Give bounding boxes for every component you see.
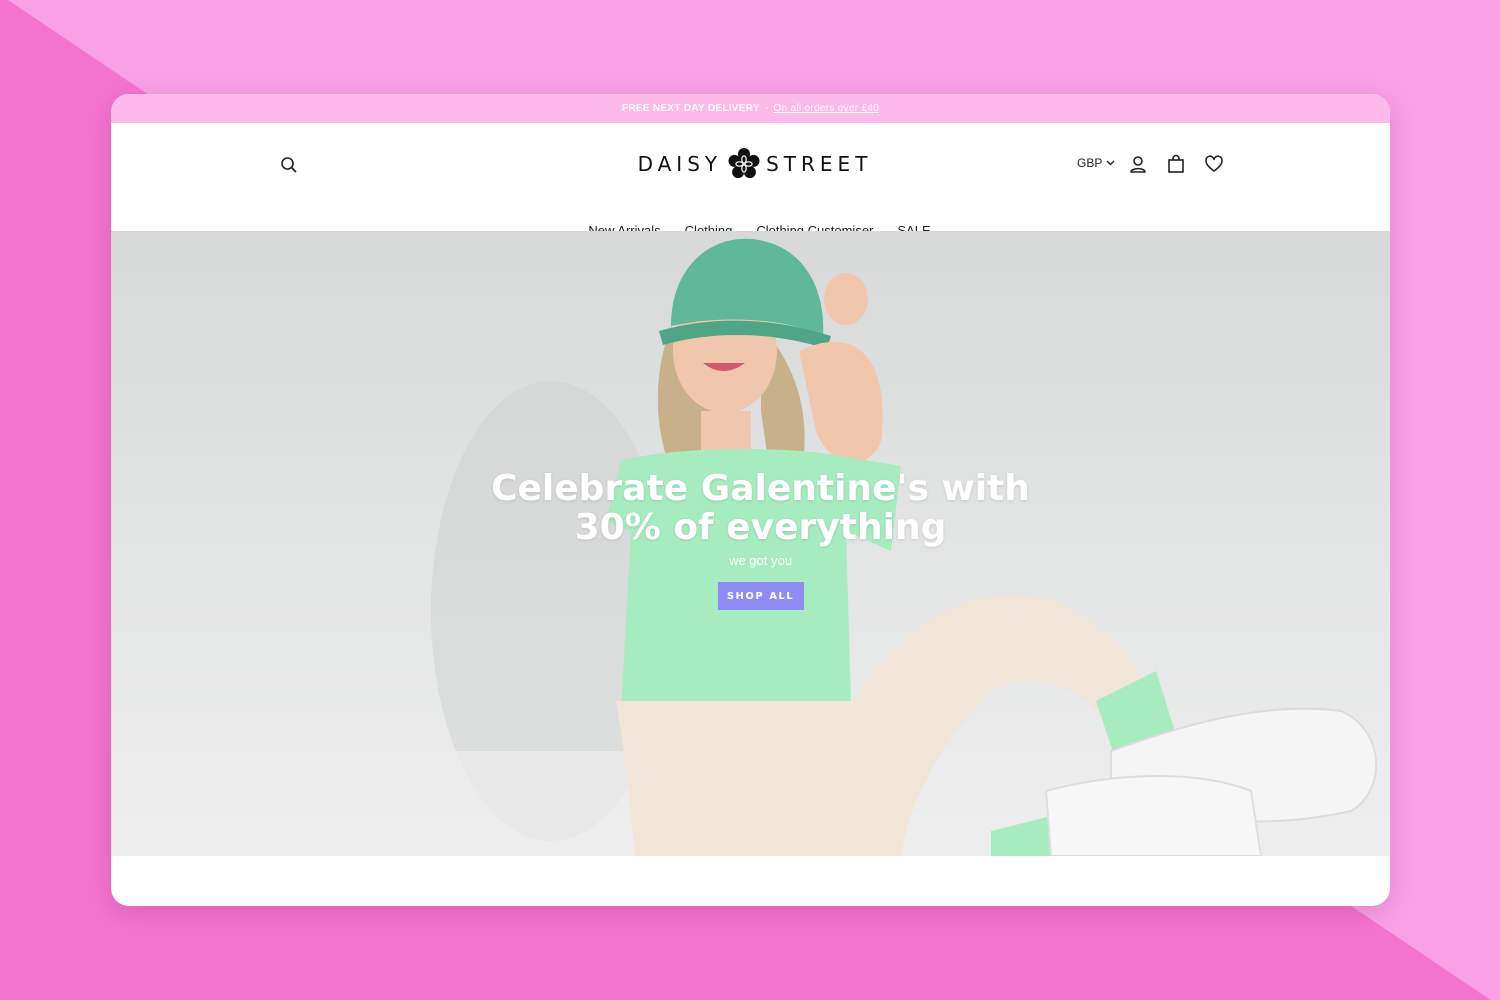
search-icon[interactable] [279, 155, 299, 175]
account-icon[interactable] [1127, 153, 1149, 175]
chevron-down-icon [1106, 160, 1115, 166]
logo-word-right: STREET [766, 152, 873, 176]
logo-word-left: DAISY [637, 152, 723, 176]
site-header: DAISY STREET GBP [111, 123, 1390, 238]
hero-banner[interactable]: Celebrate Galentine's with 30% of everyt… [111, 231, 1390, 856]
wishlist-heart-icon[interactable] [1203, 153, 1225, 175]
daisy-flower-icon [728, 148, 760, 179]
announcement-bar: FREE NEXT DAY DELIVERY - On all orders o… [111, 94, 1390, 123]
currency-label: GBP [1077, 156, 1103, 170]
announcement-strong: FREE NEXT DAY DELIVERY [621, 103, 760, 114]
bag-icon[interactable] [1165, 153, 1187, 175]
hero-subline: we got you [729, 553, 792, 568]
currency-selector[interactable]: GBP [1077, 156, 1115, 170]
hero-headline-line1: Celebrate Galentine's with [491, 468, 1030, 509]
announcement-separator: - [764, 103, 769, 114]
shop-all-button[interactable]: SHOP ALL [717, 582, 804, 610]
hero-headline-line2: 30% of everything [574, 507, 947, 548]
hero-text: Celebrate Galentine's with 30% of everyt… [111, 469, 1390, 610]
announcement-link[interactable]: On all orders over £40 [774, 103, 880, 114]
browser-window: FREE NEXT DAY DELIVERY - On all orders o… [111, 94, 1390, 906]
site-logo[interactable]: DAISY STREET [637, 147, 873, 181]
